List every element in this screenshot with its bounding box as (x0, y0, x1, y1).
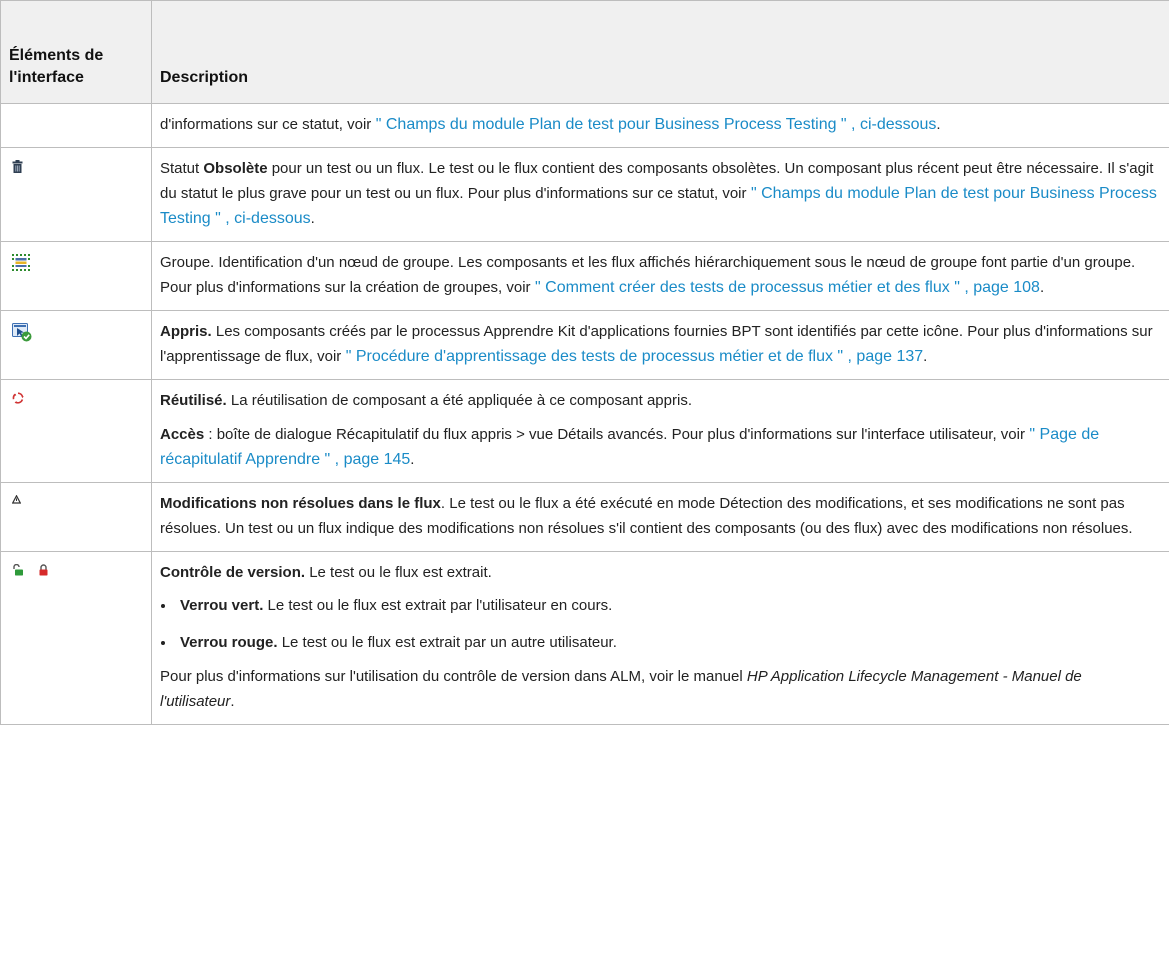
lock-bullet-list: Verrou vert. Le test ou le flux est extr… (160, 593, 1159, 655)
learned-term: Appris. (160, 323, 212, 340)
unresolved-changes-term: Modifications non résolues dans le flux (160, 495, 441, 512)
access-paragraph: Accès : boîte de dialogue Récapitulatif … (160, 426, 1100, 468)
table-header-row: Éléments de l'interface Description (0, 0, 1169, 104)
access-term: Accès (160, 426, 205, 443)
icon-cell (0, 147, 152, 242)
icon-cell (0, 482, 152, 552)
description-paragraph: Groupe. Identification d'un nœud de grou… (160, 254, 1136, 296)
unresolved-changes-icon (12, 495, 21, 504)
group-node-icon (12, 254, 30, 271)
version-control-term: Contrôle de version. (160, 564, 306, 581)
description-paragraph: Réutilisé. La réutilisation de composant… (160, 392, 692, 409)
table-row: Contrôle de version. Le test ou le flux … (0, 551, 1169, 725)
description-cell: Contrôle de version. Le test ou le flux … (151, 551, 1169, 725)
table-row: Appris. Les composants créés par le proc… (0, 310, 1169, 380)
learned-component-icon (12, 323, 32, 342)
description-paragraph: Modifications non résolues dans le flux.… (160, 495, 1133, 537)
description-paragraph: Appris. Les composants créés par le proc… (160, 323, 1153, 365)
list-item: Verrou rouge. Le test ou le flux est ext… (176, 630, 1159, 655)
header-interface-elements: Éléments de l'interface (0, 0, 152, 104)
green-lock-term: Verrou vert. (180, 597, 264, 614)
header-description: Description (151, 0, 1169, 104)
description-cell: Groupe. Identification d'un nœud de grou… (151, 241, 1169, 311)
link-procedure-apprentissage[interactable]: " Procédure d'apprentissage des tests de… (341, 348, 923, 365)
description-paragraph: d'informations sur ce statut, voir " Cha… (160, 116, 941, 133)
description-cell: Statut Obsolète pour un test ou un flux.… (151, 147, 1169, 242)
icon-cell (0, 551, 152, 725)
description-text: d'informations sur ce statut, voir (160, 116, 372, 133)
table-row: Groupe. Identification d'un nœud de grou… (0, 241, 1169, 311)
green-lock-icon (12, 564, 24, 576)
description-paragraph: Contrôle de version. Le test ou le flux … (160, 564, 492, 581)
icon-cell (0, 103, 152, 148)
interface-elements-table: Éléments de l'interface Description d'in… (0, 0, 1169, 725)
link-champs-module-plan-de-test[interactable]: " Champs du module Plan de test pour Bus… (371, 116, 937, 133)
table-row: Modifications non résolues dans le flux.… (0, 482, 1169, 552)
list-item: Verrou vert. Le test ou le flux est extr… (176, 593, 1159, 618)
table-row: d'informations sur ce statut, voir " Cha… (0, 103, 1169, 148)
red-lock-term: Verrou rouge. (180, 634, 278, 651)
table-row: Réutilisé. La réutilisation de composant… (0, 379, 1169, 483)
obsolete-term: Obsolète (203, 160, 268, 177)
description-cell: Modifications non résolues dans le flux.… (151, 482, 1169, 552)
description-paragraph: Pour plus d'informations sur l'utilisati… (160, 668, 1082, 710)
reused-term: Réutilisé. (160, 392, 227, 409)
trash-icon (12, 160, 23, 173)
description-cell: d'informations sur ce statut, voir " Cha… (151, 103, 1169, 148)
description-paragraph: Statut Obsolète pour un test ou un flux.… (160, 160, 1157, 227)
icon-cell (0, 310, 152, 380)
description-cell: Appris. Les composants créés par le proc… (151, 310, 1169, 380)
reuse-arrows-icon (12, 392, 24, 404)
description-cell: Réutilisé. La réutilisation de composant… (151, 379, 1169, 483)
icon-cell (0, 241, 152, 311)
red-lock-icon (38, 564, 49, 576)
table-row: Statut Obsolète pour un test ou un flux.… (0, 147, 1169, 242)
link-comment-creer-tests[interactable]: " Comment créer des tests de processus m… (531, 279, 1040, 296)
icon-cell (0, 379, 152, 483)
